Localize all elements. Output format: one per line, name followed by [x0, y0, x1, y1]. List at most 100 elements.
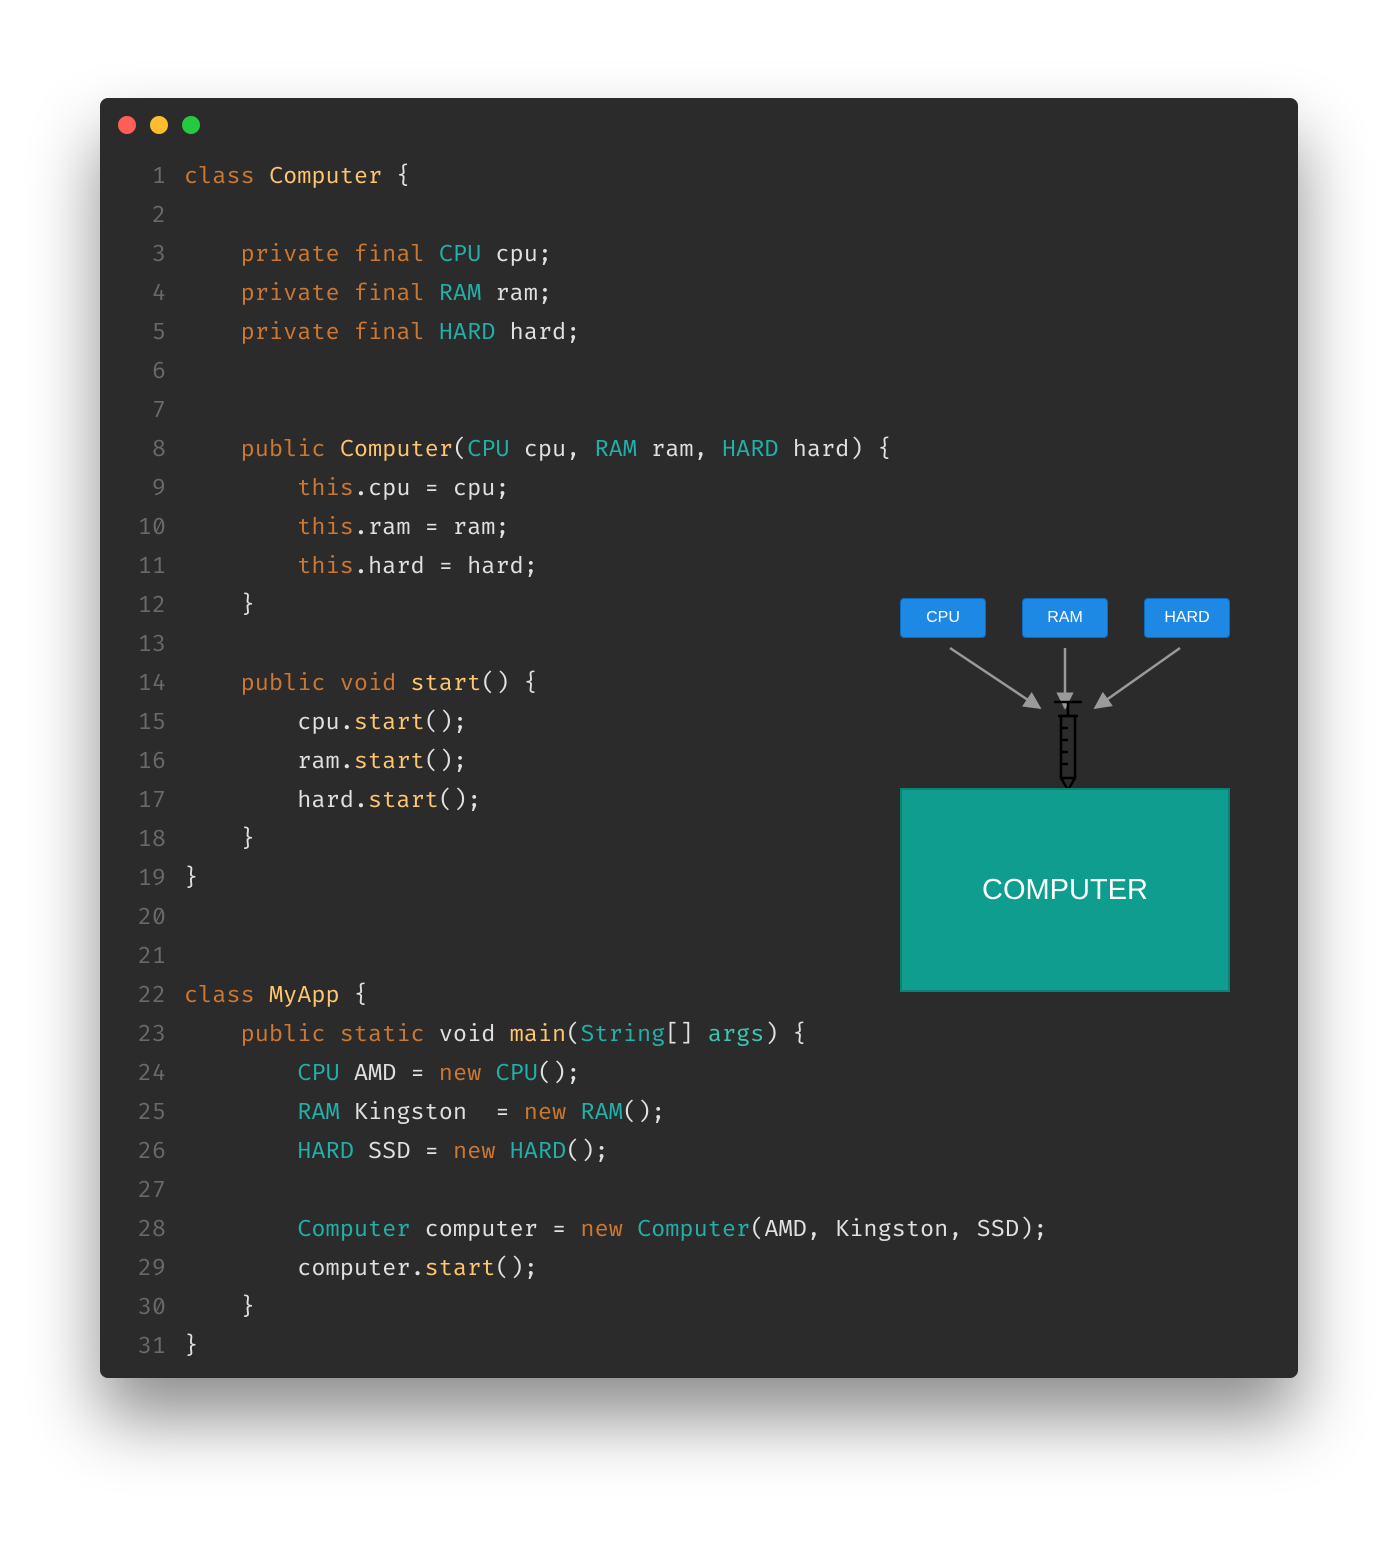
close-icon[interactable] — [118, 116, 136, 134]
code-line: 4 private final RAM ram; — [128, 275, 1270, 314]
page-canvas: 1class Computer {2 3 private final CPU c… — [0, 0, 1400, 1563]
code-token: HARD — [297, 1138, 368, 1166]
code-token: HARD — [722, 436, 793, 464]
code-token: { — [382, 163, 410, 191]
code-token: this — [297, 514, 354, 542]
line-number: 19 — [128, 860, 166, 899]
code-line: 5 private final HARD hard; — [128, 314, 1270, 353]
code-line: 7 — [128, 392, 1270, 431]
code-line: 31} — [128, 1328, 1270, 1367]
code-token: void — [439, 1021, 510, 1049]
code-token: start — [368, 787, 439, 815]
line-number: 5 — [128, 314, 166, 353]
code-line: 8 public Computer(CPU cpu, RAM ram, HARD… — [128, 431, 1270, 470]
code-token: this — [297, 553, 354, 581]
code-token — [184, 553, 297, 581]
dep-box-hard: HARD — [1144, 598, 1230, 638]
code-token: } — [184, 1294, 255, 1322]
code-token: .cpu = cpu; — [354, 475, 510, 503]
code-token: Computer — [637, 1216, 750, 1244]
target-box-computer: COMPUTER — [900, 788, 1230, 992]
code-line: 25 RAM Kingston = new RAM(); — [128, 1094, 1270, 1133]
code-token: public — [241, 436, 340, 464]
code-token: private final — [241, 319, 439, 347]
line-number: 13 — [128, 626, 166, 665]
code-token: String — [580, 1021, 665, 1049]
code-token: Kingston = — [354, 1099, 524, 1127]
line-number: 18 — [128, 821, 166, 860]
line-number: 4 — [128, 275, 166, 314]
line-number: 8 — [128, 431, 166, 470]
code-line: 3 private final CPU cpu; — [128, 236, 1270, 275]
code-token: } — [184, 592, 255, 620]
code-token: class — [184, 163, 269, 191]
code-line: 11 this.hard = hard; — [128, 548, 1270, 587]
dep-box-ram: RAM — [1022, 598, 1108, 638]
code-token: ram, — [651, 436, 722, 464]
code-token: } — [184, 826, 255, 854]
line-number: 25 — [128, 1094, 166, 1133]
code-token: .hard = hard; — [354, 553, 538, 581]
code-token: hard; — [510, 319, 581, 347]
line-number: 14 — [128, 665, 166, 704]
code-token: (); — [439, 787, 481, 815]
code-token: RAM — [595, 436, 652, 464]
code-token: CPU — [467, 436, 524, 464]
code-token: start — [354, 748, 425, 776]
code-line: 27 — [128, 1172, 1270, 1211]
code-token — [184, 1060, 297, 1088]
code-token: { — [340, 982, 368, 1010]
code-token: RAM — [439, 280, 496, 308]
code-token — [184, 1216, 297, 1244]
code-token: () { — [481, 670, 538, 698]
code-token: args — [708, 1021, 765, 1049]
zoom-icon[interactable] — [182, 116, 200, 134]
code-editor-window: 1class Computer {2 3 private final CPU c… — [100, 98, 1298, 1378]
line-number: 16 — [128, 743, 166, 782]
code-token: cpu. — [184, 709, 354, 737]
code-token: hard. — [184, 787, 368, 815]
code-token: start — [410, 670, 481, 698]
code-token: this — [297, 475, 354, 503]
minimize-icon[interactable] — [150, 116, 168, 134]
line-number: 7 — [128, 392, 166, 431]
code-token: start — [425, 1255, 496, 1283]
code-token — [184, 475, 297, 503]
code-token — [184, 1099, 297, 1127]
code-token: Computer — [297, 1216, 424, 1244]
code-token: private final — [241, 280, 439, 308]
code-line: 1class Computer { — [128, 158, 1270, 197]
code-token: ram; — [495, 280, 552, 308]
code-token: ( — [453, 436, 467, 464]
code-token: MyApp — [269, 982, 340, 1010]
code-token: cpu; — [495, 241, 552, 269]
code-token — [184, 1138, 297, 1166]
code-token: (); — [566, 1138, 608, 1166]
code-line: 28 Computer computer = new Computer(AMD,… — [128, 1211, 1270, 1250]
code-token — [184, 319, 241, 347]
code-token: } — [184, 1333, 198, 1361]
code-line: 23 public static void main(String[] args… — [128, 1016, 1270, 1055]
line-number: 17 — [128, 782, 166, 821]
code-token: (); — [623, 1099, 665, 1127]
code-token: public void — [241, 670, 411, 698]
line-number: 15 — [128, 704, 166, 743]
code-token: new — [580, 1216, 637, 1244]
code-token: (); — [495, 1255, 537, 1283]
dep-box-cpu: CPU — [900, 598, 986, 638]
code-token: (); — [425, 709, 467, 737]
line-number: 11 — [128, 548, 166, 587]
code-token: SSD = — [368, 1138, 453, 1166]
code-line: 24 CPU AMD = new CPU(); — [128, 1055, 1270, 1094]
line-number: 6 — [128, 353, 166, 392]
code-token: [] — [665, 1021, 707, 1049]
line-number: 22 — [128, 977, 166, 1016]
code-token: new — [453, 1138, 510, 1166]
code-token: CPU — [297, 1060, 354, 1088]
code-token: .ram = ram; — [354, 514, 510, 542]
code-token: public static — [241, 1021, 439, 1049]
line-number: 2 — [128, 197, 166, 236]
code-line: 9 this.cpu = cpu; — [128, 470, 1270, 509]
code-line: 29 computer.start(); — [128, 1250, 1270, 1289]
code-line: 6 — [128, 353, 1270, 392]
